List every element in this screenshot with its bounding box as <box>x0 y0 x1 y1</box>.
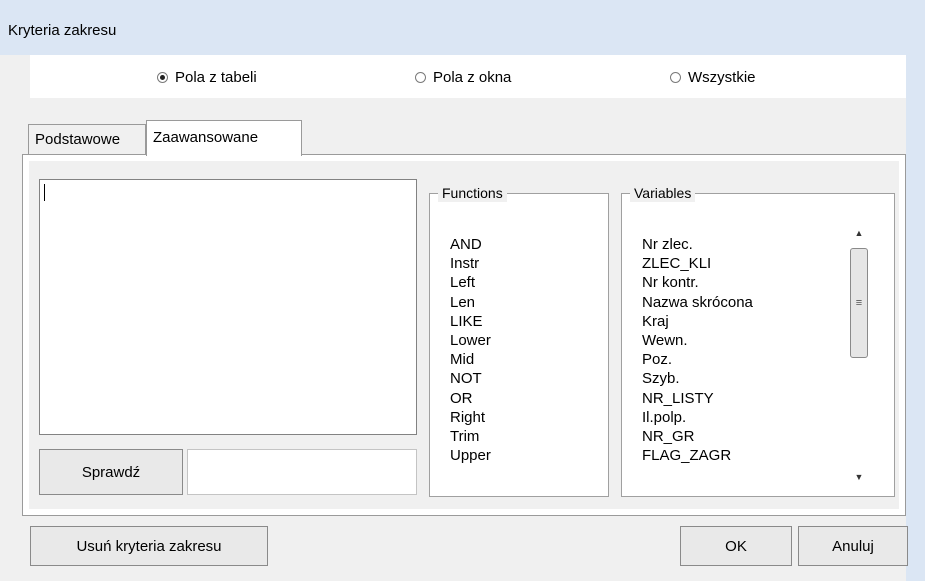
variables-group: Variables Nr zlec. ZLEC_KLI Nr kontr. Na… <box>621 184 895 497</box>
criteria-editor[interactable] <box>39 179 417 435</box>
variable-item[interactable]: FLAG_ZAGR <box>642 446 753 465</box>
ok-button[interactable]: OK <box>680 526 792 566</box>
variable-item[interactable]: Nr kontr. <box>642 273 753 292</box>
radio-label: Wszystkie <box>688 69 756 86</box>
scroll-down-icon[interactable]: ▼ <box>846 468 872 486</box>
function-item[interactable]: Left <box>450 273 491 292</box>
function-item[interactable]: AND <box>450 235 491 254</box>
scroll-thumb[interactable]: ≡ <box>850 248 868 358</box>
tab-podstawowe[interactable]: Podstawowe <box>28 124 146 154</box>
variable-item[interactable]: Wewn. <box>642 331 753 350</box>
function-item[interactable]: LIKE <box>450 312 491 331</box>
radio-label: Pola z okna <box>433 69 512 86</box>
radio-pola-z-tabeli[interactable]: Pola z tabeli <box>157 69 257 86</box>
check-button[interactable]: Sprawdź <box>39 449 183 495</box>
radio-wszystkie[interactable]: Wszystkie <box>670 69 756 86</box>
radio-selected-icon <box>157 72 168 83</box>
check-result-field <box>187 449 417 495</box>
window-frame-right <box>906 0 925 581</box>
radio-unselected-icon <box>415 72 426 83</box>
variables-list[interactable]: Nr zlec. ZLEC_KLI Nr kontr. Nazwa skróco… <box>642 235 753 465</box>
function-item[interactable]: Right <box>450 408 491 427</box>
variable-item[interactable]: Szyb. <box>642 369 753 388</box>
functions-legend: Functions <box>438 184 507 202</box>
variable-item[interactable]: ZLEC_KLI <box>642 254 753 273</box>
variables-legend: Variables <box>630 184 696 202</box>
text-caret <box>44 184 45 201</box>
variable-item[interactable]: Il.polp. <box>642 408 753 427</box>
functions-group: Functions AND Instr Left Len LIKE Lower … <box>429 184 609 497</box>
variables-scrollbar[interactable]: ▲ ≡ ▼ <box>846 224 872 486</box>
scope-radio-group: Pola z tabeli Pola z okna Wszystkie <box>30 55 906 98</box>
tab-panel: Sprawdź Functions AND Instr Left Len LIK… <box>22 154 906 516</box>
variable-item[interactable]: Nazwa skrócona <box>642 293 753 312</box>
advanced-panel: Sprawdź Functions AND Instr Left Len LIK… <box>29 161 899 509</box>
function-item[interactable]: Lower <box>450 331 491 350</box>
radio-unselected-icon <box>670 72 681 83</box>
function-item[interactable]: Trim <box>450 427 491 446</box>
remove-criteria-button[interactable]: Usuń kryteria zakresu <box>30 526 268 566</box>
cancel-button[interactable]: Anuluj <box>798 526 908 566</box>
grip-icon: ≡ <box>855 297 863 309</box>
radio-label: Pola z tabeli <box>175 69 257 86</box>
function-item[interactable]: Mid <box>450 350 491 369</box>
scroll-up-icon[interactable]: ▲ <box>846 224 872 242</box>
window-title: Kryteria zakresu <box>8 22 117 39</box>
function-item[interactable]: Upper <box>450 446 491 465</box>
variable-item[interactable]: Nr zlec. <box>642 235 753 254</box>
function-item[interactable]: NOT <box>450 369 491 388</box>
function-item[interactable]: Len <box>450 293 491 312</box>
variable-item[interactable]: Kraj <box>642 312 753 331</box>
variable-item[interactable]: NR_LISTY <box>642 389 753 408</box>
function-item[interactable]: OR <box>450 389 491 408</box>
variable-item[interactable]: NR_GR <box>642 427 753 446</box>
tab-zaawansowane[interactable]: Zaawansowane <box>146 120 302 156</box>
variable-item[interactable]: Poz. <box>642 350 753 369</box>
radio-pola-z-okna[interactable]: Pola z okna <box>415 69 511 86</box>
functions-list[interactable]: AND Instr Left Len LIKE Lower Mid NOT OR… <box>450 235 491 465</box>
function-item[interactable]: Instr <box>450 254 491 273</box>
title-bar: Kryteria zakresu <box>0 0 925 55</box>
